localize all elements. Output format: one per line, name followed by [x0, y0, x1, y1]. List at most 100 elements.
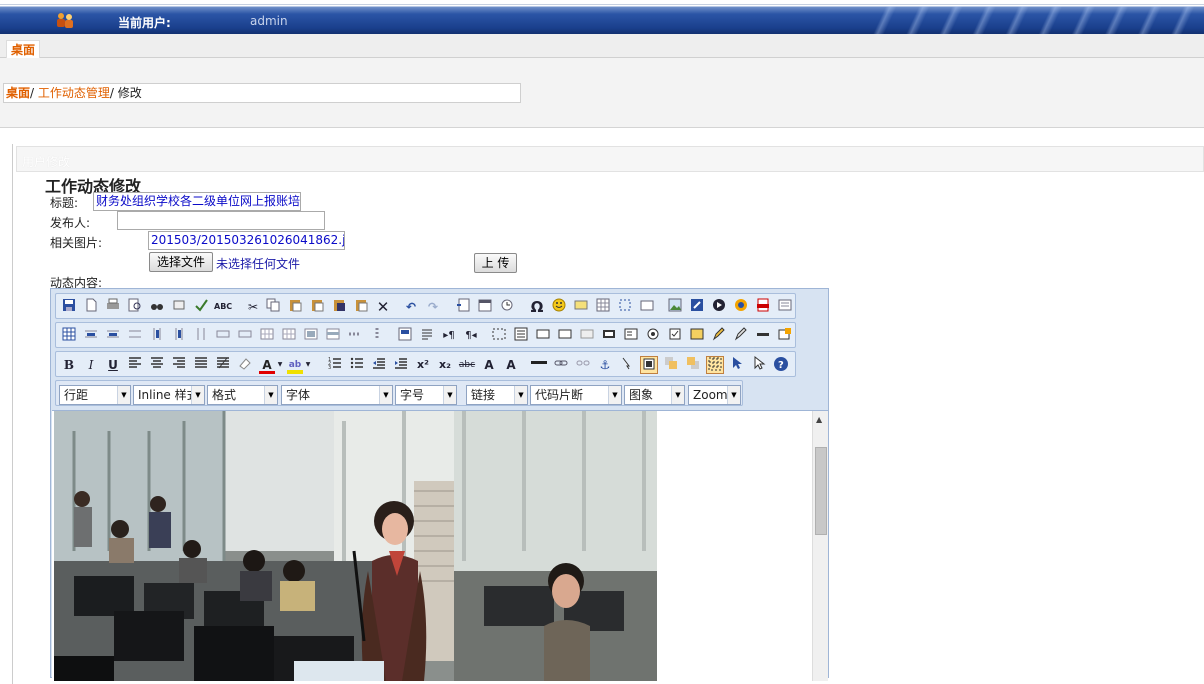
pointer-icon[interactable] — [750, 355, 768, 374]
file-icon[interactable] — [776, 298, 794, 316]
scroll-up-icon[interactable]: ▲ — [816, 415, 822, 424]
insert-row-after-icon[interactable] — [104, 327, 122, 345]
layer-icon[interactable] — [638, 298, 656, 316]
map-icon[interactable] — [618, 356, 636, 374]
outdent-icon[interactable] — [370, 356, 388, 374]
time-icon[interactable] — [498, 298, 516, 316]
strikethrough-icon[interactable]: abc — [458, 356, 476, 374]
format-select[interactable]: 格式 ▼ — [207, 385, 278, 405]
textfield-icon[interactable] — [534, 327, 552, 345]
link-icon[interactable] — [552, 356, 570, 374]
ltr-icon[interactable]: ▸¶ — [440, 327, 458, 345]
breadcrumb-section[interactable]: 工作动态管理 — [38, 86, 110, 100]
title-input[interactable]: 财务处组织学校各二级单位网上报账培 — [93, 192, 301, 211]
split-cell-icon[interactable] — [280, 327, 298, 345]
page-break-icon[interactable] — [454, 298, 472, 316]
special-char-icon[interactable]: Ω — [528, 298, 546, 316]
bg-color-icon[interactable]: ab — [286, 356, 304, 374]
icon-select[interactable]: 图象 ▼ — [624, 385, 685, 405]
delete-col-icon[interactable] — [192, 327, 210, 345]
find-icon[interactable] — [148, 298, 166, 316]
absolute-position-icon[interactable] — [640, 356, 658, 374]
pencil-icon[interactable] — [710, 327, 728, 345]
subscript-icon[interactable]: x₂ — [436, 356, 454, 374]
preview-icon[interactable] — [126, 298, 144, 316]
checkbox-icon[interactable] — [666, 327, 684, 345]
ordered-list-icon[interactable]: 123 — [326, 356, 344, 374]
insert-row-icon[interactable] — [82, 327, 100, 345]
replace-icon[interactable] — [170, 298, 188, 316]
redo-icon[interactable]: ↷ — [424, 298, 442, 316]
underline-icon[interactable]: U — [104, 356, 122, 374]
select-all-icon[interactable] — [728, 356, 746, 374]
paste-special-icon[interactable] — [352, 298, 370, 316]
cut-icon[interactable]: ✂ — [244, 298, 262, 316]
fieldset-icon[interactable] — [512, 327, 530, 345]
align-justify-icon[interactable] — [192, 356, 210, 374]
highlight-icon[interactable] — [572, 298, 590, 316]
bg-color-dropdown-icon[interactable]: ▼ — [304, 356, 312, 374]
delete-icon[interactable]: ✕ — [374, 298, 392, 316]
scroll-thumb[interactable] — [815, 447, 827, 535]
forward-icon[interactable] — [662, 356, 680, 374]
upload-button[interactable]: 上 传 — [474, 253, 517, 273]
big-font-icon[interactable]: A — [480, 356, 498, 374]
italic-icon[interactable]: I — [82, 356, 100, 374]
emoticon-icon[interactable] — [550, 298, 568, 316]
paragraph-icon[interactable] — [418, 327, 436, 345]
insert-cell-icon[interactable] — [214, 327, 232, 345]
horizontal-rule-icon[interactable] — [754, 327, 772, 345]
button-field-icon[interactable] — [600, 327, 618, 345]
zoom-select[interactable]: Zoom ▼ — [688, 385, 741, 405]
undo-icon[interactable]: ↶ — [402, 298, 420, 316]
show-borders-icon[interactable] — [706, 356, 724, 374]
image-button-icon[interactable] — [688, 327, 706, 345]
insert-col-after-icon[interactable] — [170, 327, 188, 345]
row-props-icon[interactable] — [324, 327, 342, 345]
textarea-icon[interactable] — [556, 327, 574, 345]
div-icon[interactable] — [490, 327, 508, 345]
hidden-field-icon[interactable] — [578, 327, 596, 345]
merge-cells-icon[interactable] — [258, 327, 276, 345]
pen-icon[interactable] — [732, 327, 750, 345]
table-icon[interactable] — [594, 298, 612, 316]
paste-word-icon[interactable] — [330, 298, 348, 316]
font-select[interactable]: 字体 ▼ — [281, 385, 393, 405]
save-icon[interactable] — [60, 298, 78, 316]
tab-desktop[interactable]: 桌面 — [6, 40, 41, 58]
choose-file-button[interactable]: 选择文件 — [149, 252, 213, 272]
print-icon[interactable] — [104, 298, 122, 316]
inline-style-select[interactable]: Inline 样式 ▼ — [133, 385, 205, 405]
align-left-icon[interactable] — [126, 356, 144, 374]
small-font-icon[interactable]: A — [502, 356, 520, 374]
image-path-input[interactable]: 201503/201503261026041862.jpg — [148, 231, 345, 250]
backward-icon[interactable] — [684, 356, 702, 374]
eraser-icon[interactable] — [236, 356, 254, 374]
font-color-dropdown-icon[interactable]: ▼ — [276, 356, 284, 374]
frame-icon[interactable] — [616, 298, 634, 316]
link-select[interactable]: 链接 ▼ — [466, 385, 528, 405]
hr-cells-icon[interactable] — [346, 327, 364, 345]
realplay-icon[interactable] — [732, 298, 750, 316]
flash-icon[interactable] — [688, 298, 706, 316]
paste-icon[interactable] — [286, 298, 304, 316]
line-spacing-select[interactable]: 行距 ▼ — [59, 385, 131, 405]
bold-icon[interactable]: B — [60, 356, 78, 374]
font-size-select[interactable]: 字号 ▼ — [395, 385, 457, 405]
unlink-icon[interactable] — [574, 356, 592, 374]
hr-icon[interactable] — [530, 356, 548, 374]
cell-props-icon[interactable] — [302, 327, 320, 345]
rtl-icon[interactable]: ¶◂ — [462, 327, 480, 345]
spellcheck-icon[interactable] — [192, 298, 210, 316]
bullet-list-icon[interactable] — [348, 356, 366, 374]
template-icon[interactable] — [776, 327, 794, 345]
breadcrumb-home[interactable]: 桌面 — [6, 86, 30, 100]
align-center-icon[interactable] — [148, 356, 166, 374]
justify-full-icon[interactable] — [214, 356, 232, 374]
anchor-icon[interactable]: ⚓ — [596, 356, 614, 374]
help-icon[interactable]: ? — [772, 356, 790, 374]
vr-cells-icon[interactable] — [368, 327, 386, 345]
indent-icon[interactable] — [392, 356, 410, 374]
editor-content-area[interactable]: ▲ — [52, 410, 828, 681]
delete-cell-icon[interactable] — [236, 327, 254, 345]
